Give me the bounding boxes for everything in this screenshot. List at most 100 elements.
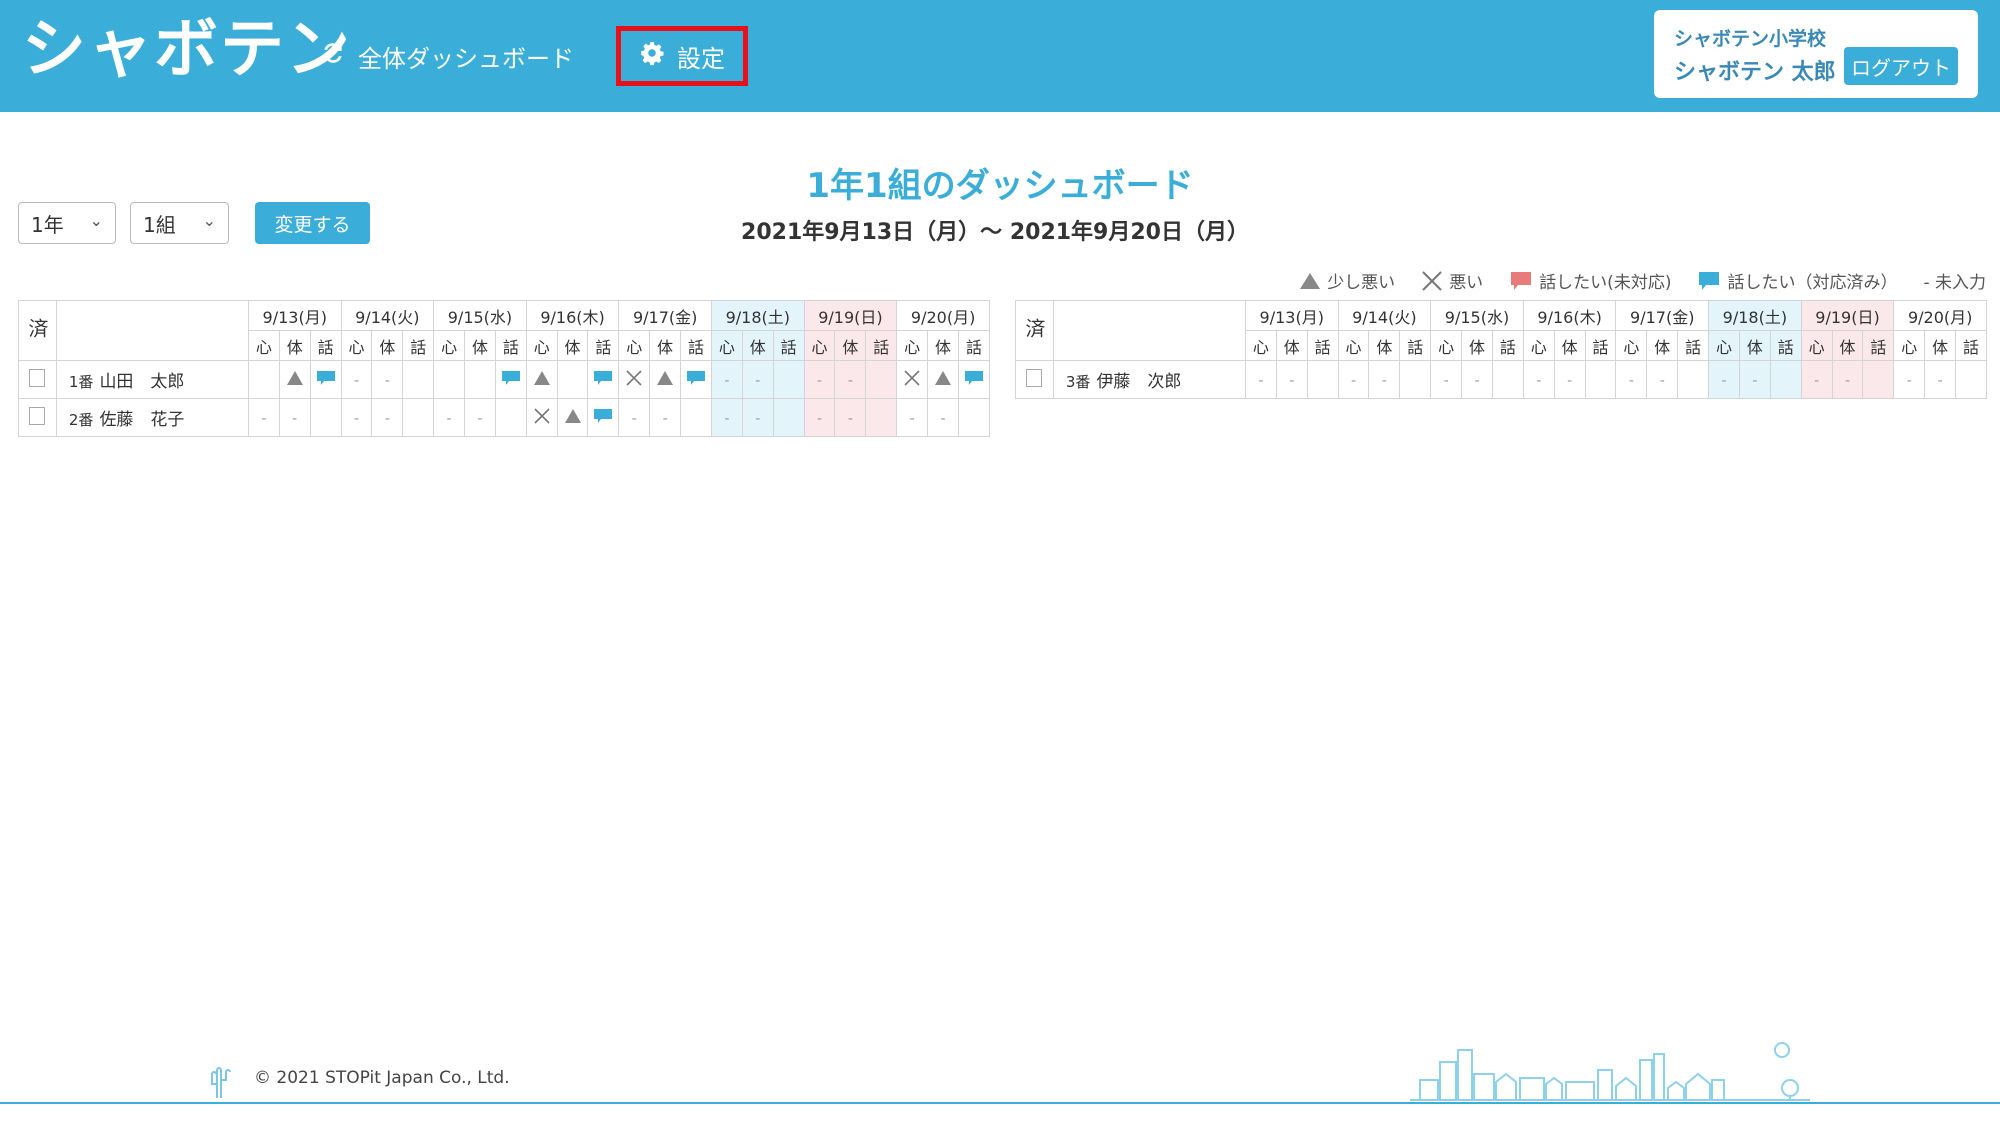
sub-header-cell: 心 (618, 330, 651, 361)
done-checkbox[interactable] (1026, 368, 1043, 387)
class-select[interactable]: 1組 ⌄ (130, 202, 229, 244)
sub-header-cell: 心 (710, 330, 743, 361)
done-checkbox[interactable] (29, 368, 46, 387)
student-row[interactable]: 2番 佐藤 花子 - - - - - - - - - - - - - - (18, 398, 991, 437)
status-cell: - (1461, 360, 1493, 399)
not-entered-mark: - (1381, 373, 1387, 389)
legend-talk-unhandled-label: 話したい(未対応) (1539, 273, 1672, 293)
status-cell (1399, 360, 1432, 399)
sub-header-cell: 体 (649, 330, 682, 361)
legend-bad-label: 悪い (1449, 273, 1484, 293)
status-cell (618, 360, 651, 399)
student-name-cell[interactable]: 3番 伊藤 次郎 (1052, 360, 1246, 399)
status-cell[interactable] (587, 398, 620, 437)
done-checkbox-cell[interactable] (18, 360, 57, 399)
status-cell[interactable] (587, 360, 620, 399)
student-name: 伊藤 次郎 (1096, 372, 1182, 392)
sub-header-cell: 話 (1769, 330, 1802, 361)
status-cell: - (1553, 360, 1586, 399)
status-cell[interactable] (680, 360, 712, 399)
date-header: 9/19(日) (1800, 300, 1895, 331)
status-cell (247, 360, 280, 399)
chat-bubble-blue-icon (316, 370, 336, 390)
student-name: 山田 太郎 (99, 372, 185, 392)
status-cell[interactable] (309, 360, 342, 399)
app-header: シャボテン 全体ダッシュボード 設定 シャボテン小学校 シャボテン 太郎 ログア… (0, 0, 2000, 112)
status-cell[interactable] (957, 360, 991, 399)
sub-header-cell: 話 (957, 330, 991, 361)
logout-button[interactable]: ログアウト (1844, 47, 1958, 85)
sub-header-cell: 体 (464, 330, 496, 361)
done-header: 済 (18, 300, 57, 361)
status-cell (865, 360, 898, 399)
not-entered-mark: - (353, 411, 359, 427)
student-row[interactable]: 3番 伊藤 次郎 - - - - - - - - - - - - - - - - (1015, 360, 1987, 399)
status-cell: - (741, 398, 774, 437)
done-checkbox[interactable] (29, 406, 46, 425)
footer-divider (0, 1102, 2000, 1104)
not-entered-mark: - (1258, 373, 1264, 389)
nav-dashboard-link[interactable]: 全体ダッシュボード (320, 26, 574, 86)
sub-header-cell: 体 (1646, 330, 1679, 361)
triangle-icon (656, 370, 674, 390)
status-cell (464, 360, 496, 399)
status-cell (309, 398, 342, 437)
status-cell: - (340, 360, 373, 399)
change-button[interactable]: 変更する (255, 202, 370, 244)
date-header: 9/18(土) (1708, 300, 1802, 331)
not-entered-mark: - (1721, 373, 1727, 389)
not-entered-mark: - (477, 411, 483, 427)
nav-settings-link[interactable]: 設定 (616, 26, 748, 86)
not-entered-mark: - (1814, 373, 1820, 389)
done-checkbox-cell[interactable] (18, 398, 57, 437)
status-cell: - (1244, 360, 1277, 399)
date-header: 9/16(木) (1522, 300, 1617, 331)
student-row[interactable]: 1番 山田 太郎 - - - - - - (18, 360, 991, 399)
triangle-icon (564, 408, 582, 428)
status-cell (649, 360, 682, 399)
not-entered-mark: - (631, 411, 637, 427)
sub-header-cell: 体 (834, 330, 867, 361)
grade-select[interactable]: 1年 ⌄ (18, 202, 116, 244)
not-entered-mark: - (1536, 373, 1542, 389)
sub-header-cell: 心 (340, 330, 373, 361)
student-table-right: 済 9/13(月) 9/14(火) 9/15(水) 9/16(木) 9/17(金… (1015, 300, 1987, 399)
sub-header-cell: 話 (1955, 330, 1987, 361)
status-cell (680, 398, 712, 437)
not-entered-mark: - (909, 411, 915, 427)
chevron-down-icon: ⌄ (89, 211, 103, 230)
sub-header-cell: 話 (865, 330, 898, 361)
cross-icon (1421, 270, 1443, 291)
status-cell (278, 360, 311, 399)
triangle-icon (533, 370, 551, 390)
done-checkbox-cell[interactable] (1015, 360, 1054, 399)
student-name-cell[interactable]: 1番 山田 太郎 (55, 360, 249, 399)
class-select-value: 1組 (143, 212, 176, 237)
date-header: 9/19(日) (803, 300, 898, 331)
sub-header-cell: 話 (494, 330, 527, 361)
not-entered-mark: - (353, 373, 359, 389)
sub-header-cell: 心 (1800, 330, 1833, 361)
app-logo[interactable]: シャボテン (22, 10, 352, 90)
status-cell[interactable] (494, 360, 527, 399)
status-cell (402, 398, 435, 437)
status-cell (927, 360, 959, 399)
legend-talk-handled: 話したい（対応済み） (1697, 268, 1897, 293)
not-entered-mark: - (1628, 373, 1634, 389)
not-entered-mark: - (847, 373, 853, 389)
legend-talk-handled-label: 話したい（対応済み） (1727, 273, 1898, 293)
student-name-cell[interactable]: 2番 佐藤 花子 (55, 398, 249, 437)
status-cell: - (1430, 360, 1463, 399)
refresh-icon (320, 40, 346, 73)
not-entered-mark: - (384, 411, 390, 427)
sub-header-cell: 心 (1244, 330, 1277, 361)
sub-header-cell: 話 (1306, 330, 1339, 361)
status-cell: - (1800, 360, 1833, 399)
status-cell: - (1275, 360, 1308, 399)
status-cell: - (927, 398, 959, 437)
sub-header-cell: 体 (1738, 330, 1771, 361)
status-cell: - (1615, 360, 1648, 399)
legend-bad: 悪い (1421, 268, 1483, 293)
chevron-down-icon: ⌄ (202, 211, 216, 230)
sub-header-cell: 心 (1615, 330, 1648, 361)
